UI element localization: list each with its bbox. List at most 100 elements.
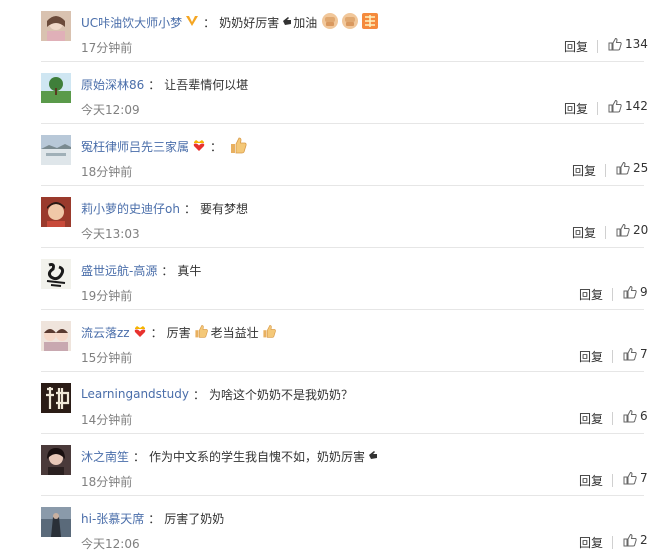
comment-item: 原始深林86 ： 让吾辈情何以堪 今天12:09 回复 142 xyxy=(0,62,656,124)
comment-text: 为啥这个奶奶不是我奶奶？ xyxy=(208,387,353,402)
comment-item: hi-张慕天席 ： 厉害了奶奶 今天12:06 回复 2 xyxy=(0,496,656,558)
like-button[interactable]: 7 xyxy=(623,471,648,485)
like-count: 20 xyxy=(633,223,649,237)
comment-time: 今天13:03 xyxy=(81,227,140,241)
comment-item: 流云落zz ： 厉害 老当益壮 15分钟前 回复 7 xyxy=(0,310,656,372)
avatar[interactable] xyxy=(41,321,71,351)
action-divider xyxy=(597,40,598,53)
comment-text: 奶奶好厉害 xyxy=(219,15,280,30)
colon-separator: ： xyxy=(203,15,216,30)
thumbs-up-icon xyxy=(616,161,630,175)
colon-separator: ： xyxy=(148,77,161,92)
action-divider xyxy=(612,288,613,301)
avatar[interactable] xyxy=(41,259,71,289)
avatar[interactable] xyxy=(41,11,71,41)
reply-button[interactable]: 回复 xyxy=(564,100,588,117)
comment-time: 17分钟前 xyxy=(81,41,133,55)
like-button[interactable]: 25 xyxy=(616,161,648,175)
comment-text: 真牛 xyxy=(177,263,202,278)
comment-list: UC咔油饮大师小梦 ： 奶奶好厉害 加油 17分钟前 回复 134 原始深林86… xyxy=(0,0,656,557)
crown-heart-badge-icon[interactable] xyxy=(133,324,147,341)
comment-text-extra: 加油 xyxy=(293,15,318,30)
avatar[interactable] xyxy=(41,73,71,103)
like-count: 25 xyxy=(633,161,649,175)
comment-text: 厉害 xyxy=(166,325,191,340)
comment-time: 19分钟前 xyxy=(81,289,133,303)
thumbs-up-icon xyxy=(616,223,630,237)
like-button[interactable]: 142 xyxy=(608,99,648,113)
avatar[interactable] xyxy=(41,445,71,475)
username[interactable]: 冤枉律师吕先三家属 xyxy=(81,138,189,155)
like-button[interactable]: 134 xyxy=(608,37,648,51)
comment-text-extra: 老当益壮 xyxy=(210,325,259,340)
crown-heart-badge-icon[interactable] xyxy=(192,138,206,155)
username[interactable]: 流云落zz xyxy=(81,324,130,341)
colon-separator: ： xyxy=(183,201,196,216)
fist-icon xyxy=(321,12,339,33)
avatar[interactable] xyxy=(41,135,71,165)
like-count: 9 xyxy=(640,285,648,299)
colon-separator: ： xyxy=(133,449,146,464)
like-button[interactable]: 6 xyxy=(623,409,648,423)
like-button[interactable]: 7 xyxy=(623,347,648,361)
like-button[interactable]: 20 xyxy=(616,223,648,237)
like-count: 142 xyxy=(625,99,648,113)
thumbs-up-icon xyxy=(623,285,637,299)
fist-icon xyxy=(341,12,359,33)
comment-item: 冤枉律师吕先三家属 ： 18分钟前 回复 25 xyxy=(0,124,656,186)
action-divider xyxy=(612,412,613,425)
avatar[interactable] xyxy=(41,383,71,413)
username[interactable]: UC咔油饮大师小梦 xyxy=(81,14,182,31)
action-divider xyxy=(597,102,598,115)
like-button[interactable]: 2 xyxy=(623,533,648,547)
thumbs-up-icon xyxy=(608,99,622,113)
username[interactable]: Learningandstudy xyxy=(81,387,189,401)
comment-time: 14分钟前 xyxy=(81,413,133,427)
reply-button[interactable]: 回复 xyxy=(579,410,603,427)
comment-time: 今天12:09 xyxy=(81,103,140,117)
reply-button[interactable]: 回复 xyxy=(564,38,588,55)
comment-time: 今天12:06 xyxy=(81,537,140,551)
comment-text: 厉害了奶奶 xyxy=(164,511,225,526)
colon-separator: ： xyxy=(161,263,174,278)
thumbs-up-icon xyxy=(608,37,622,51)
comment-time: 18分钟前 xyxy=(81,165,133,179)
comment-item: 沐之南笙 ： 作为中文系的学生我自愧不如，奶奶厉害 18分钟前 回复 7 xyxy=(0,434,656,496)
comment-item: 莉小萝的史迪仔oh ： 要有梦想 今天13:03 回复 20 xyxy=(0,186,656,248)
avatar[interactable] xyxy=(41,197,71,227)
username[interactable]: 盛世远航-高源 xyxy=(81,262,157,279)
reply-button[interactable]: 回复 xyxy=(579,472,603,489)
like-count: 2 xyxy=(640,533,648,547)
action-divider xyxy=(612,350,613,363)
colon-separator: ： xyxy=(148,511,161,526)
thumbs-up-icon xyxy=(193,323,209,342)
action-divider xyxy=(605,226,606,239)
comment-item: UC咔油饮大师小梦 ： 奶奶好厉害 加油 17分钟前 回复 134 xyxy=(0,0,656,62)
action-divider xyxy=(612,536,613,549)
thumbs-up-icon xyxy=(623,409,637,423)
username[interactable]: 原始深林86 xyxy=(81,76,144,93)
colon-separator: ： xyxy=(210,139,223,154)
reply-button[interactable]: 回复 xyxy=(579,286,603,303)
reply-button[interactable]: 回复 xyxy=(579,534,603,551)
like-count: 134 xyxy=(625,37,648,51)
reply-button[interactable]: 回复 xyxy=(579,348,603,365)
username[interactable]: 沐之南笙 xyxy=(81,448,129,465)
like-button[interactable]: 9 xyxy=(623,285,648,299)
pointing-hand-icon xyxy=(281,15,293,30)
avatar[interactable] xyxy=(41,507,71,537)
action-divider xyxy=(605,164,606,177)
comment-item: Learningandstudy ： 为啥这个奶奶不是我奶奶？ 14分钟前 回复… xyxy=(0,372,656,434)
username[interactable]: hi-张慕天席 xyxy=(81,510,144,527)
comment-text: 让吾辈情何以堪 xyxy=(164,77,249,92)
comment-text: 作为中文系的学生我自愧不如，奶奶厉害 xyxy=(149,449,366,464)
colon-separator: ： xyxy=(150,325,163,340)
thumbs-up-icon xyxy=(228,135,248,158)
vip-badge-icon[interactable] xyxy=(185,15,199,30)
comment-time: 15分钟前 xyxy=(81,351,133,365)
thumbs-up-icon xyxy=(623,347,637,361)
reply-button[interactable]: 回复 xyxy=(572,162,596,179)
pointing-hand-icon xyxy=(367,449,379,464)
username[interactable]: 莉小萝的史迪仔oh xyxy=(81,200,180,217)
reply-button[interactable]: 回复 xyxy=(572,224,596,241)
